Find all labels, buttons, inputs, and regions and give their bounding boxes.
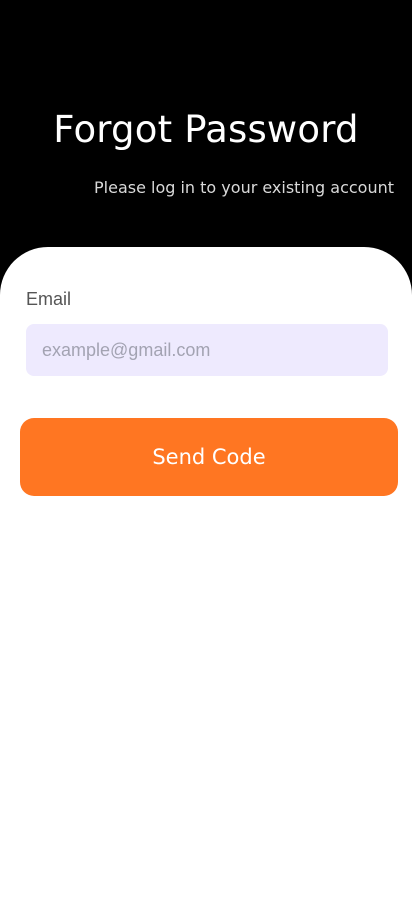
- email-field[interactable]: [26, 324, 388, 376]
- header: Forgot Password Please log in to your ex…: [0, 0, 412, 260]
- send-code-button[interactable]: Send Code: [20, 418, 398, 496]
- page-subtitle: Please log in to your existing account: [94, 178, 395, 197]
- page-title: Forgot Password: [53, 108, 359, 151]
- form-sheet: Email Send Code: [0, 247, 412, 917]
- email-label: Email: [26, 289, 72, 309]
- forgot-password-screen: Forgot Password Please log in to your ex…: [0, 0, 412, 917]
